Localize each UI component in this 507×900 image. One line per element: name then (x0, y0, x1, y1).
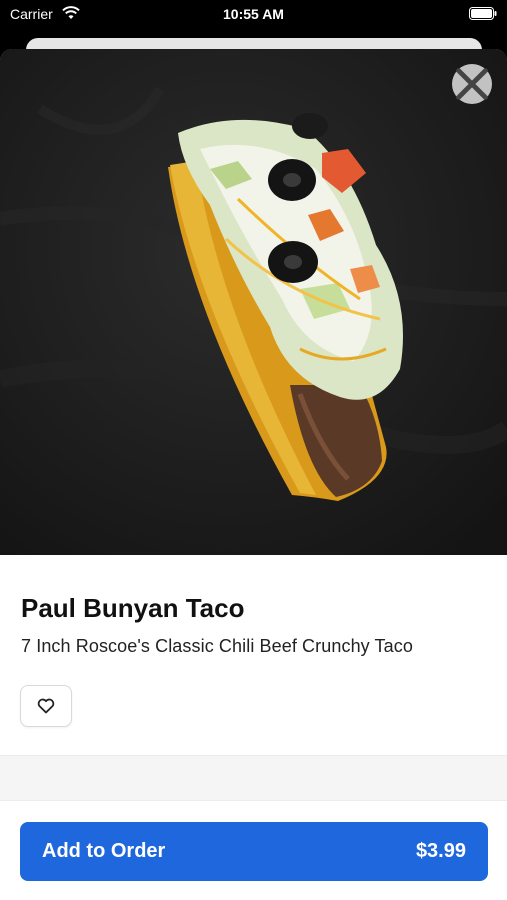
close-button[interactable] (452, 64, 492, 104)
item-title: Paul Bunyan Taco (21, 593, 245, 623)
screen: Carrier 10:55 AM Paul Bunyan Taco 7 Inch… (0, 0, 507, 900)
item-photo (0, 49, 507, 555)
status-bar: Carrier 10:55 AM (0, 0, 507, 30)
favorite-button[interactable] (20, 685, 72, 727)
close-icon (456, 68, 488, 100)
item-info: Paul Bunyan Taco 7 Inch Roscoe's Classic… (0, 555, 507, 755)
footer-divider (0, 800, 507, 801)
add-to-order-label: Add to Order (42, 840, 166, 862)
add-to-order-button[interactable]: Add to Order $3.99 (20, 822, 488, 881)
item-description: 7 Inch Roscoe's Classic Chili Beef Crunc… (21, 636, 413, 656)
item-price: $3.99 (415, 840, 466, 862)
clock: 10:55 AM (223, 6, 284, 22)
options-separator (0, 756, 507, 800)
item-detail-sheet: Paul Bunyan Taco 7 Inch Roscoe's Classic… (0, 49, 507, 900)
heart-outline-icon (37, 698, 55, 714)
battery-icon (469, 7, 497, 20)
